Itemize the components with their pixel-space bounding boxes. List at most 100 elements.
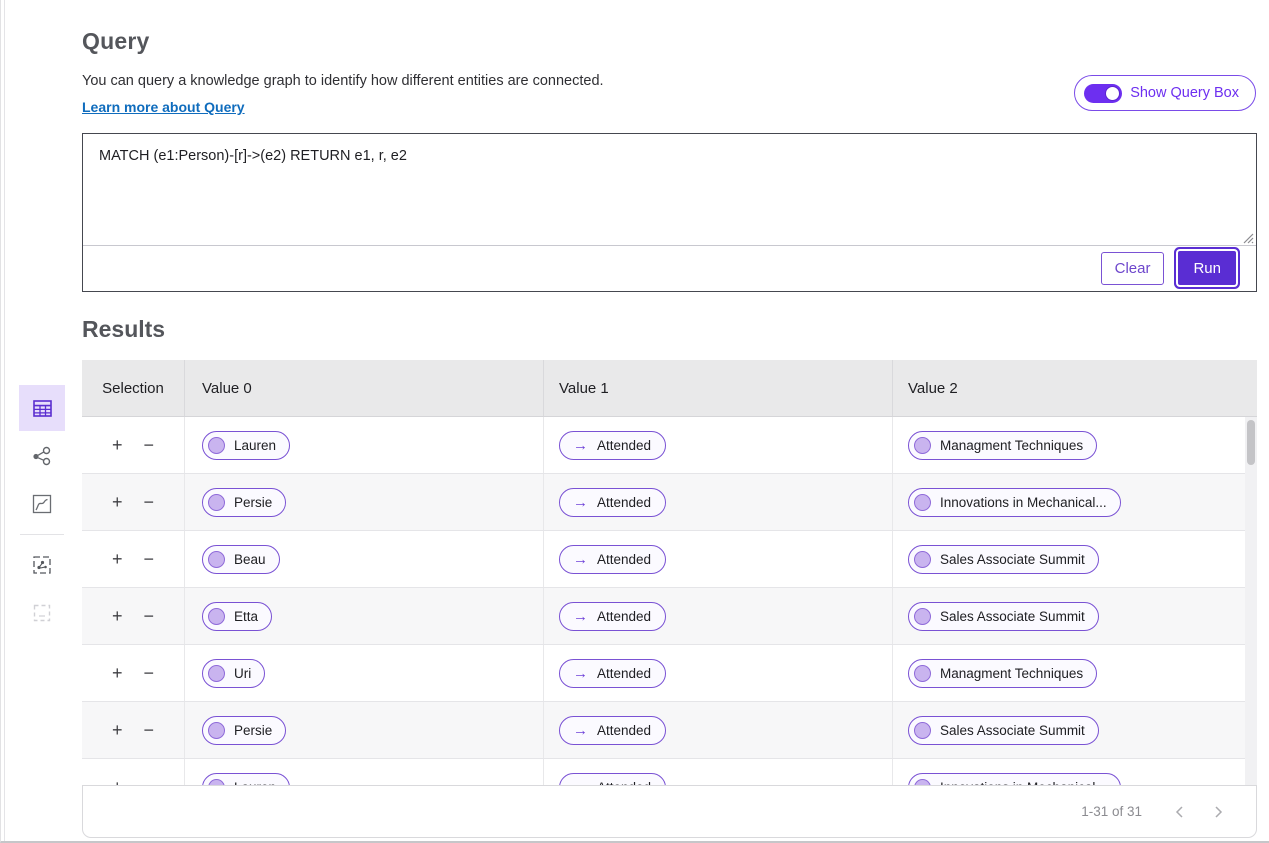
network-view-button[interactable]	[19, 433, 65, 479]
relation-label: Attended	[597, 665, 652, 681]
entity-label: Persie	[234, 494, 273, 510]
value2-cell: Managment Techniques	[893, 417, 1245, 473]
show-query-box-toggle[interactable]: Show Query Box	[1074, 75, 1256, 111]
value0-cell: Beau	[185, 531, 544, 587]
value2-cell: Sales Associate Summit	[893, 588, 1245, 644]
value0-cell: Lauren	[185, 759, 544, 786]
column-header-value2: Value 2	[908, 379, 958, 397]
next-page-button[interactable]	[1208, 801, 1230, 823]
entity-pill[interactable]: Sales Associate Summit	[908, 715, 1099, 745]
map-view-button[interactable]	[19, 481, 65, 527]
pagination-range: 1-31 of 31	[1081, 804, 1142, 819]
toggle-knob	[1105, 85, 1121, 101]
value0-cell: Etta	[185, 588, 544, 644]
textarea-resize-handle[interactable]	[1241, 231, 1254, 244]
pagination-bar: 1-31 of 31	[82, 785, 1257, 838]
entity-label: Sales Associate Summit	[940, 608, 1085, 624]
scrollbar-thumb[interactable]	[1247, 420, 1255, 465]
add-selection-button[interactable]: +	[108, 662, 127, 684]
relation-pill[interactable]: → Attended	[559, 430, 667, 460]
learn-more-link[interactable]: Learn more about Query	[82, 99, 245, 115]
entity-pill[interactable]: Uri	[202, 658, 266, 688]
previous-page-button[interactable]	[1168, 801, 1190, 823]
add-selection-button[interactable]: +	[108, 434, 127, 456]
relation-arrow-icon: →	[573, 607, 588, 625]
column-header-value0: Value 0	[185, 360, 544, 416]
entity-pill[interactable]: Beau	[202, 544, 280, 574]
entity-label: Managment Techniques	[940, 437, 1084, 453]
query-description: You can query a knowledge graph to ident…	[82, 73, 604, 89]
entity-pill[interactable]: Lauren	[202, 430, 291, 460]
entity-pill[interactable]: Persie	[202, 715, 287, 745]
add-selection-button[interactable]: +	[108, 548, 127, 570]
table-view-button[interactable]	[19, 385, 65, 431]
query-editor-box: MATCH (e1:Person)-[r]->(e2) RETURN e1, r…	[82, 133, 1257, 292]
entity-label: Innovations in Mechanical...	[940, 494, 1107, 510]
value2-cell: Sales Associate Summit	[893, 531, 1245, 587]
graph-annotate-view-button[interactable]	[19, 542, 65, 588]
value1-cell: → Attended	[544, 759, 893, 786]
entity-node-icon	[914, 436, 931, 454]
entity-node-icon	[914, 664, 931, 682]
value1-cell: → Attended	[544, 417, 893, 473]
relation-label: Attended	[597, 551, 652, 567]
table-scrollbar[interactable]	[1245, 417, 1257, 786]
toolbar-divider	[20, 534, 64, 535]
relation-label: Attended	[597, 608, 652, 624]
entity-node-icon	[914, 550, 931, 568]
remove-selection-button[interactable]: −	[140, 491, 159, 513]
add-selection-button[interactable]: +	[108, 719, 127, 741]
table-row: + − Etta → Attended Sales Associate Summ…	[82, 588, 1245, 645]
relation-label: Attended	[597, 437, 652, 453]
entity-label: Etta	[234, 608, 259, 624]
remove-selection-button[interactable]: −	[140, 434, 159, 456]
relation-pill[interactable]: → Attended	[559, 715, 667, 745]
table-icon	[32, 399, 52, 417]
value0-cell: Lauren	[185, 417, 544, 473]
relation-pill[interactable]: → Attended	[559, 658, 667, 688]
relation-label: Attended	[597, 494, 652, 510]
selection-cell: + −	[82, 531, 185, 587]
toggle-switch-icon[interactable]	[1084, 83, 1123, 103]
entity-pill[interactable]: Innovations in Mechanical...	[908, 487, 1121, 517]
view-toolbar	[19, 385, 65, 636]
table-row: + − Uri → Attended Managment Techniques	[82, 645, 1245, 702]
relation-pill[interactable]: → Attended	[559, 601, 667, 631]
query-page: Query You can query a knowledge graph to…	[0, 0, 1269, 843]
entity-pill[interactable]: Sales Associate Summit	[908, 544, 1099, 574]
query-input[interactable]: MATCH (e1:Person)-[r]->(e2) RETURN e1, r…	[83, 134, 1256, 246]
dashed-selection-icon	[33, 604, 51, 622]
entity-pill[interactable]: Managment Techniques	[908, 658, 1098, 688]
entity-pill[interactable]: Lauren	[202, 772, 291, 786]
selection-cell: + −	[82, 759, 185, 786]
relation-pill[interactable]: → Attended	[559, 772, 667, 786]
selection-cell: + −	[82, 417, 185, 473]
entity-pill[interactable]: Innovations in Mechanical...	[908, 772, 1121, 786]
relation-arrow-icon: →	[573, 550, 588, 568]
map-chart-icon	[32, 494, 52, 514]
entity-node-icon	[208, 436, 225, 454]
remove-selection-button[interactable]: −	[140, 548, 159, 570]
relation-pill[interactable]: → Attended	[559, 544, 667, 574]
entity-pill[interactable]: Persie	[202, 487, 287, 517]
value1-cell: → Attended	[544, 531, 893, 587]
table-row: + − Lauren → Attended Innovations in Mec…	[82, 759, 1245, 786]
remove-selection-button[interactable]: −	[140, 605, 159, 627]
entity-pill[interactable]: Sales Associate Summit	[908, 601, 1099, 631]
relation-pill[interactable]: → Attended	[559, 487, 667, 517]
entity-pill[interactable]: Managment Techniques	[908, 430, 1098, 460]
value1-cell: → Attended	[544, 702, 893, 758]
remove-selection-button[interactable]: −	[140, 662, 159, 684]
table-row: + − Beau → Attended Sales Associate Summ…	[82, 531, 1245, 588]
add-selection-button[interactable]: +	[108, 605, 127, 627]
entity-node-icon	[208, 493, 225, 511]
add-selection-button[interactable]: +	[108, 491, 127, 513]
run-button[interactable]: Run	[1178, 251, 1236, 285]
entity-label: Beau	[234, 551, 266, 567]
page-title: Query	[82, 28, 150, 54]
clear-button[interactable]: Clear	[1100, 251, 1165, 285]
relation-arrow-icon: →	[573, 721, 588, 739]
remove-selection-button[interactable]: −	[140, 719, 159, 741]
entity-pill[interactable]: Etta	[202, 601, 273, 631]
results-title: Results	[82, 316, 166, 342]
